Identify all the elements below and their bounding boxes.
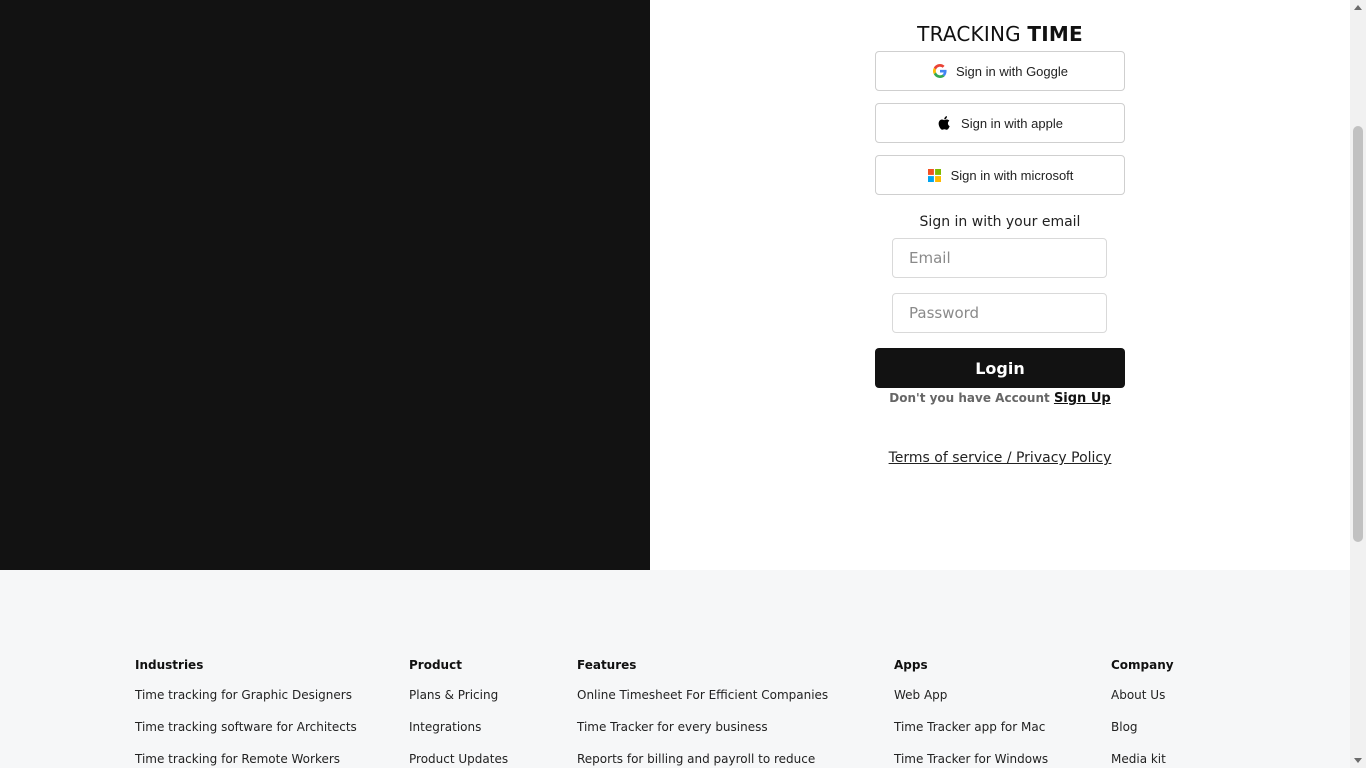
sign-in-microsoft-label: Sign in with microsoft [950,167,1074,183]
sign-up-link[interactable]: Sign Up [1054,391,1111,406]
footer-link[interactable]: Integrations [409,720,481,734]
sign-in-panel: TRACKING TIME Sign in with Goggle Sign i… [650,0,1350,570]
signup-prompt: Don't you have Account Sign Up [650,391,1350,406]
footer-link[interactable]: Time Tracker for Windows [894,752,1048,766]
footer-column-industries: Industries Time tracking for Graphic Des… [135,658,357,768]
scroll-down-arrow-icon[interactable] [1354,758,1362,763]
google-logo-icon [932,63,948,79]
terms-privacy: Terms of service / Privacy Policy [650,450,1350,466]
no-account-text: Don't you have Account [889,391,1050,405]
sign-in-google-label: Sign in with Goggle [955,63,1068,79]
site-footer: Industries Time tracking for Graphic Des… [0,570,1350,768]
sign-in-google-button[interactable]: Sign in with Goggle [875,51,1125,91]
logo-text-bold: TIME [1027,22,1083,46]
email-sign-in-heading: Sign in with your email [919,214,1081,230]
footer-link[interactable]: Media kit [1111,752,1166,766]
footer-column-apps: Apps Web App Time Tracker app for Mac Ti… [894,658,1048,768]
logo-text-light: TRACKING [917,22,1021,46]
footer-link[interactable]: Time Tracker app for Mac [894,720,1045,734]
email-field[interactable] [892,238,1107,278]
footer-link[interactable]: Time tracking for Graphic Designers [135,688,352,702]
footer-heading: Apps [894,658,928,672]
page-scrollbar[interactable] [1350,0,1366,768]
footer-link[interactable]: Time tracking software for Architects [135,720,357,734]
footer-heading: Industries [135,658,204,672]
microsoft-logo-icon [927,167,943,183]
footer-column-features: Features Online Timesheet For Efficient … [577,658,828,768]
footer-link[interactable]: Product Updates [409,752,508,766]
terms-privacy-link[interactable]: Terms of service / Privacy Policy [889,450,1112,466]
sign-in-apple-button[interactable]: Sign in with apple [875,103,1125,143]
footer-link[interactable]: About Us [1111,688,1165,702]
sign-in-apple-label: Sign in with apple [961,115,1063,131]
apple-logo-icon [937,115,953,131]
footer-heading: Features [577,658,637,672]
footer-link[interactable]: Time tracking for Remote Workers [135,752,340,766]
footer-link[interactable]: Reports for billing and payroll to reduc… [577,752,815,766]
password-field[interactable] [892,293,1107,333]
footer-column-product: Product Plans & Pricing Integrations Pro… [409,658,508,768]
footer-link[interactable]: Plans & Pricing [409,688,498,702]
footer-link[interactable]: Online Timesheet For Efficient Companies [577,688,828,702]
footer-heading: Product [409,658,462,672]
sign-in-microsoft-button[interactable]: Sign in with microsoft [875,155,1125,195]
login-button[interactable]: Login [875,348,1125,388]
scrollbar-thumb[interactable] [1353,126,1363,542]
footer-column-company: Company About Us Blog Media kit [1111,658,1174,768]
hero-dark-panel [0,0,650,570]
scroll-up-arrow-icon[interactable] [1354,5,1362,10]
footer-link[interactable]: Blog [1111,720,1138,734]
footer-heading: Company [1111,658,1174,672]
footer-link[interactable]: Time Tracker for every business [577,720,768,734]
tracking-time-logo[interactable]: TRACKING TIME [650,22,1350,46]
footer-link[interactable]: Web App [894,688,947,702]
